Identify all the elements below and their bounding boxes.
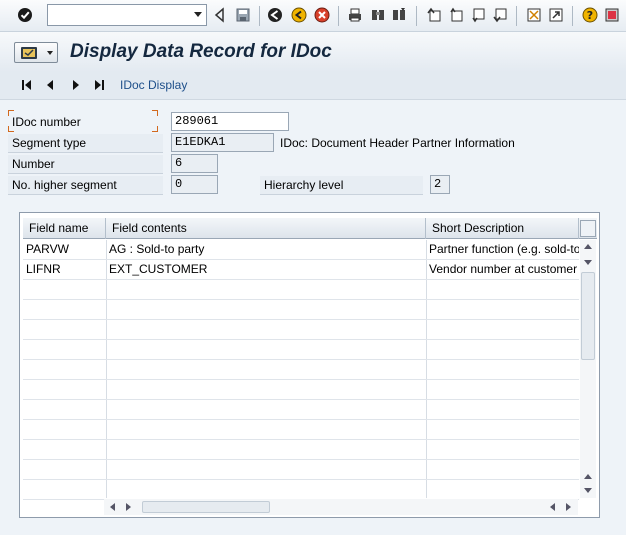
idoc-number-label: IDoc number: [12, 115, 81, 129]
toolbar-separator: [516, 6, 517, 26]
application-toolbar: IDoc Display: [0, 72, 626, 100]
empty-table-row[interactable]: [23, 460, 579, 480]
scroll-left-icon[interactable]: [550, 503, 555, 511]
column-header-short-description[interactable]: Short Description: [426, 218, 579, 239]
shortcut-icon[interactable]: [548, 7, 564, 23]
empty-table-row[interactable]: [23, 400, 579, 420]
focus-marker: [8, 126, 14, 132]
table-header: Field name Field contents Short Descript…: [23, 218, 597, 239]
next-page-icon[interactable]: [470, 7, 486, 23]
first-page-icon[interactable]: [426, 7, 442, 23]
idoc-number-field[interactable]: 289061: [171, 112, 289, 131]
cell-field-contents[interactable]: AG : Sold-to party: [106, 240, 426, 260]
scroll-left-icon[interactable]: [110, 503, 115, 511]
empty-table-row[interactable]: [23, 300, 579, 320]
table-row[interactable]: LIFNR EXT_CUSTOMER Vendor number at custom…: [23, 260, 579, 280]
previous-page-icon[interactable]: [448, 7, 464, 23]
hierarchy-level-label: Hierarchy level: [260, 176, 423, 195]
print-icon[interactable]: [347, 7, 363, 23]
save-icon[interactable]: [235, 7, 251, 23]
idoc-display-button[interactable]: IDoc Display: [120, 78, 187, 92]
page-title: Display Data Record for IDoc: [70, 41, 332, 62]
column-header-field-name[interactable]: Field name: [23, 218, 106, 239]
next-icon[interactable]: [69, 78, 83, 92]
menu-dropdown-icon: [47, 51, 53, 55]
column-settings-button[interactable]: [580, 220, 596, 237]
focus-marker: [152, 110, 158, 116]
cell-short-description[interactable]: Partner function (e.g. sold-to: [426, 240, 579, 260]
higher-segment-field[interactable]: 0: [171, 175, 218, 194]
toolbar-separator: [338, 6, 339, 26]
table-row[interactable]: PARVW AG : Sold-to party Partner function …: [23, 240, 579, 260]
empty-table-row[interactable]: [23, 480, 579, 500]
empty-table-row[interactable]: [23, 280, 579, 300]
layout-menu-icon[interactable]: [604, 7, 620, 23]
help-icon[interactable]: ?: [582, 7, 598, 23]
last-page-icon[interactable]: [492, 7, 508, 23]
empty-table-row[interactable]: [23, 320, 579, 340]
higher-segment-label: No. higher segment: [8, 176, 163, 195]
title-bar: Display Data Record for IDoc: [0, 32, 626, 72]
back-icon[interactable]: [212, 7, 228, 23]
create-session-icon[interactable]: [526, 7, 542, 23]
cell-field-name[interactable]: PARVW: [23, 240, 106, 260]
empty-table-row[interactable]: [23, 380, 579, 400]
vertical-scrollbar[interactable]: [580, 240, 596, 498]
scroll-down-icon[interactable]: [584, 488, 592, 493]
scroll-right-icon[interactable]: [126, 503, 131, 511]
empty-table-row[interactable]: [23, 420, 579, 440]
toolbar-separator: [416, 6, 417, 26]
cell-short-description[interactable]: Vendor number at customer: [426, 260, 579, 280]
empty-table-row[interactable]: [23, 360, 579, 380]
focus-marker: [8, 110, 14, 116]
scroll-down-icon[interactable]: [584, 260, 592, 265]
exit-icon[interactable]: [291, 7, 307, 23]
cancel-icon[interactable]: [314, 7, 330, 23]
command-field[interactable]: [47, 4, 207, 26]
previous-icon[interactable]: [43, 78, 57, 92]
scroll-up-icon[interactable]: [584, 244, 592, 249]
hierarchy-level-field[interactable]: 2: [430, 175, 450, 194]
cell-field-contents[interactable]: EXT_CUSTOMER: [106, 260, 426, 280]
scroll-up-icon[interactable]: [584, 474, 592, 479]
segment-type-description: IDoc: Document Header Partner Informatio…: [280, 136, 515, 150]
last-icon[interactable]: [92, 78, 106, 92]
scroll-right-icon[interactable]: [566, 503, 571, 511]
field-table: Field name Field contents Short Descript…: [19, 212, 600, 518]
screen-menu-button[interactable]: [14, 42, 58, 63]
focus-marker: [152, 126, 158, 132]
empty-table-row[interactable]: [23, 340, 579, 360]
column-header-field-contents[interactable]: Field contents: [106, 218, 426, 239]
system-toolbar: ?: [0, 0, 626, 32]
empty-table-row[interactable]: [23, 440, 579, 460]
cell-field-name[interactable]: LIFNR: [23, 260, 106, 280]
command-dropdown-icon[interactable]: [194, 12, 202, 17]
segment-type-field[interactable]: E1EDKA1: [171, 133, 274, 152]
enter-icon[interactable]: [17, 7, 33, 23]
toolbar-separator: [259, 6, 260, 26]
number-field[interactable]: 6: [171, 154, 218, 173]
vertical-scroll-thumb[interactable]: [581, 272, 595, 360]
menu-icon: [21, 47, 37, 59]
svg-text:?: ?: [587, 9, 593, 22]
find-next-icon[interactable]: [391, 7, 407, 23]
toolbar-separator: [572, 6, 573, 26]
first-icon[interactable]: [20, 78, 34, 92]
horizontal-scroll-thumb[interactable]: [142, 501, 270, 513]
number-label: Number: [8, 155, 163, 174]
back-green-icon[interactable]: [267, 7, 283, 23]
segment-type-label: Segment type: [8, 134, 163, 153]
horizontal-scrollbar[interactable]: [104, 499, 578, 515]
find-icon[interactable]: [370, 7, 386, 23]
